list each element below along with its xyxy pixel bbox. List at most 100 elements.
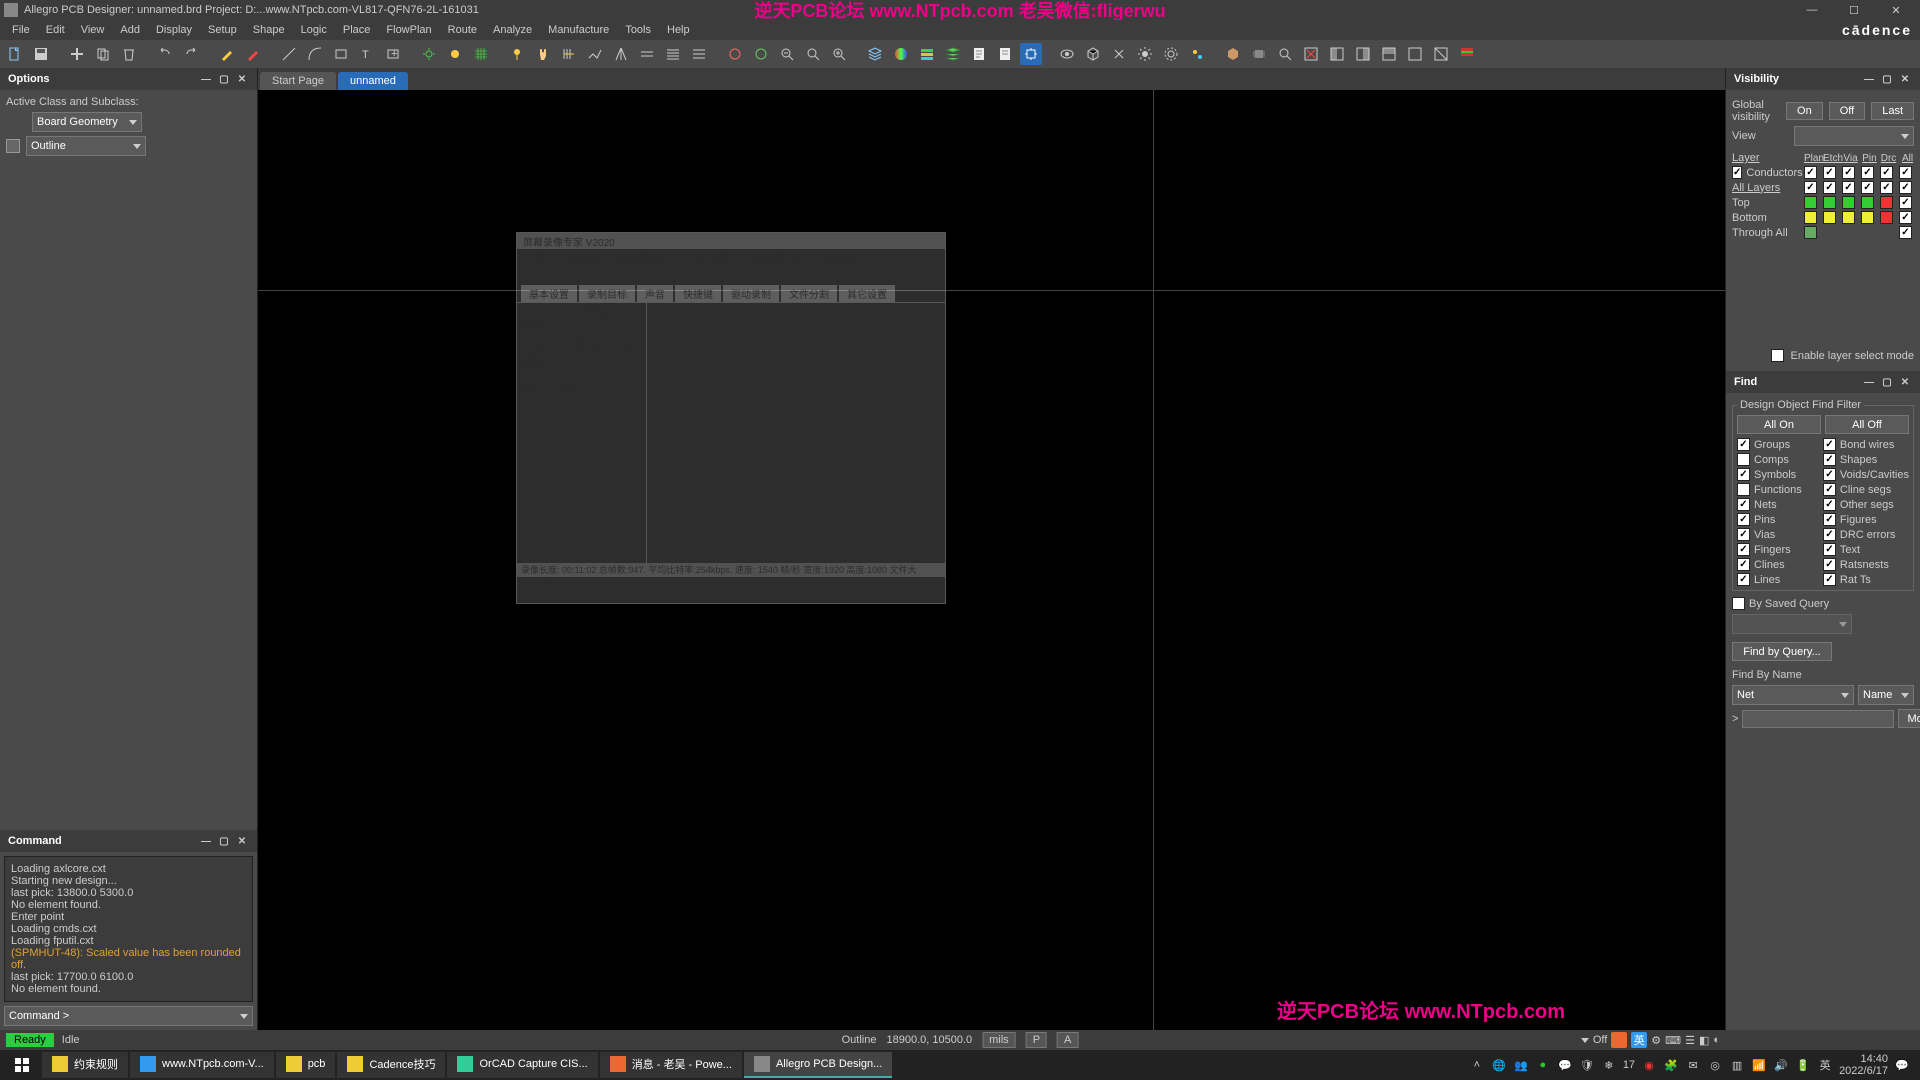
- circle1-icon[interactable]: [724, 43, 746, 65]
- command-close-icon[interactable]: ✕: [235, 834, 249, 848]
- menu-view[interactable]: View: [73, 24, 113, 36]
- rec-tab[interactable]: 其它设置: [839, 285, 895, 302]
- menu-shape[interactable]: Shape: [245, 24, 293, 36]
- rec-menu[interactable]: 转换工具(T): [684, 249, 742, 265]
- tray-clock[interactable]: 14:40 2022/6/17: [1839, 1053, 1888, 1077]
- nox-icon[interactable]: [1300, 43, 1322, 65]
- ck-nets[interactable]: [1737, 498, 1750, 511]
- tray-chevron-icon[interactable]: ˄: [1469, 1057, 1485, 1073]
- subclass-color-swatch[interactable]: [6, 139, 20, 153]
- menu-logic[interactable]: Logic: [293, 24, 335, 36]
- tray-chat-icon[interactable]: 💬: [1557, 1057, 1573, 1073]
- tray-ime-icon[interactable]: 英: [1817, 1057, 1833, 1073]
- ck-enable-layer-select[interactable]: [1771, 349, 1784, 362]
- route-icon[interactable]: [584, 43, 606, 65]
- col-all[interactable]: All: [1899, 153, 1916, 164]
- more-button[interactable]: More...: [1898, 709, 1920, 728]
- misc-icon[interactable]: [1186, 43, 1208, 65]
- menu-display[interactable]: Display: [148, 24, 200, 36]
- ck[interactable]: [1899, 196, 1912, 209]
- find-name-input[interactable]: [1742, 710, 1894, 728]
- close-button[interactable]: ✕: [1876, 1, 1916, 19]
- ck-cline-segs[interactable]: [1823, 483, 1836, 496]
- col-via[interactable]: Via: [1842, 153, 1859, 164]
- spot-icon[interactable]: [1160, 43, 1182, 65]
- tray-chrome-icon[interactable]: ◎: [1707, 1057, 1723, 1073]
- command-max-icon[interactable]: ▢: [217, 834, 231, 848]
- rec-list-item[interactable]: 03-1_1.mp4: [519, 369, 644, 383]
- win4-icon[interactable]: [1404, 43, 1426, 65]
- tray-weather-icon[interactable]: ❄: [1601, 1057, 1617, 1073]
- task-item[interactable]: www.NTpcb.com-V...: [130, 1052, 274, 1078]
- flag-icon[interactable]: [1456, 43, 1478, 65]
- tray-drive-icon[interactable]: ▥: [1729, 1057, 1745, 1073]
- ck-vias[interactable]: [1737, 528, 1750, 541]
- ck[interactable]: [1804, 166, 1817, 179]
- fanout-icon[interactable]: [610, 43, 632, 65]
- ck[interactable]: [1861, 166, 1874, 179]
- ck-other-segs[interactable]: [1823, 498, 1836, 511]
- ck[interactable]: [1899, 226, 1912, 239]
- ck-conductors[interactable]: [1732, 166, 1742, 179]
- ck[interactable]: [1899, 166, 1912, 179]
- report2-icon[interactable]: [994, 43, 1016, 65]
- hand-icon[interactable]: [532, 43, 554, 65]
- task-item[interactable]: pcb: [276, 1052, 336, 1078]
- menu-analyze[interactable]: Analyze: [485, 24, 540, 36]
- design-canvas[interactable]: 屏幕录像专家 V2020 文件(F) 编辑(E) 设置帮助(S) 转换工具(T)…: [258, 90, 1725, 1030]
- rec-tab[interactable]: 驱动录制: [723, 285, 779, 302]
- save-icon[interactable]: [30, 43, 52, 65]
- col-pin[interactable]: Pin: [1861, 153, 1878, 164]
- menu-flowplan[interactable]: FlowPlan: [378, 24, 439, 36]
- options-max-icon[interactable]: ▢: [217, 72, 231, 86]
- rec-tab[interactable]: 声音: [637, 285, 673, 302]
- cs[interactable]: [1880, 196, 1893, 209]
- win2-icon[interactable]: [1352, 43, 1374, 65]
- slide-icon[interactable]: [558, 43, 580, 65]
- rect-icon[interactable]: [330, 43, 352, 65]
- search-icon[interactable]: [1274, 43, 1296, 65]
- cs[interactable]: [1842, 196, 1855, 209]
- options-close-icon[interactable]: ✕: [235, 72, 249, 86]
- eye-icon[interactable]: [1056, 43, 1078, 65]
- plus-icon[interactable]: [66, 43, 88, 65]
- cs[interactable]: [1823, 196, 1836, 209]
- diff-icon[interactable]: [636, 43, 658, 65]
- grid-icon[interactable]: [470, 43, 492, 65]
- tray-net-icon[interactable]: 📶: [1751, 1057, 1767, 1073]
- menu-setup[interactable]: Setup: [200, 24, 245, 36]
- cs[interactable]: [1804, 226, 1817, 239]
- task-item[interactable]: OrCAD Capture CIS...: [447, 1052, 597, 1078]
- tray-wechat-icon[interactable]: ●: [1535, 1057, 1551, 1073]
- cs[interactable]: [1804, 196, 1817, 209]
- tray-mail-icon[interactable]: ✉: [1685, 1057, 1701, 1073]
- cs[interactable]: [1842, 211, 1855, 224]
- view-combo[interactable]: [1794, 126, 1914, 146]
- options-min-icon[interactable]: —: [199, 72, 213, 86]
- status-sogou-icon[interactable]: [1611, 1032, 1627, 1048]
- ck[interactable]: [1842, 181, 1855, 194]
- col-drc[interactable]: Drc: [1880, 153, 1897, 164]
- menu-file[interactable]: File: [4, 24, 38, 36]
- tray-temp[interactable]: 17: [1623, 1059, 1635, 1071]
- ck-bond-wires[interactable]: [1823, 438, 1836, 451]
- net-combo[interactable]: Net: [1732, 685, 1854, 705]
- rec-tab[interactable]: 文件分割: [781, 285, 837, 302]
- ck-text[interactable]: [1823, 543, 1836, 556]
- ck[interactable]: [1823, 166, 1836, 179]
- tray-app-icon[interactable]: ◉: [1641, 1057, 1657, 1073]
- snap-icon[interactable]: [1020, 43, 1042, 65]
- tray-globe-icon[interactable]: 🌐: [1491, 1057, 1507, 1073]
- ck-pins[interactable]: [1737, 513, 1750, 526]
- find-by-query-button[interactable]: Find by Query...: [1732, 642, 1832, 661]
- tray-store-icon[interactable]: 🧩: [1663, 1057, 1679, 1073]
- win1-icon[interactable]: [1326, 43, 1348, 65]
- stackup-icon[interactable]: [942, 43, 964, 65]
- ck-functions[interactable]: [1737, 483, 1750, 496]
- zoomin-icon[interactable]: [828, 43, 850, 65]
- status-tray1-icon[interactable]: ⚙: [1651, 1034, 1661, 1047]
- vis-max-icon[interactable]: ▢: [1880, 72, 1894, 86]
- new-icon[interactable]: [4, 43, 26, 65]
- zoomfit-icon[interactable]: [802, 43, 824, 65]
- col-plan[interactable]: Plan: [1804, 153, 1821, 164]
